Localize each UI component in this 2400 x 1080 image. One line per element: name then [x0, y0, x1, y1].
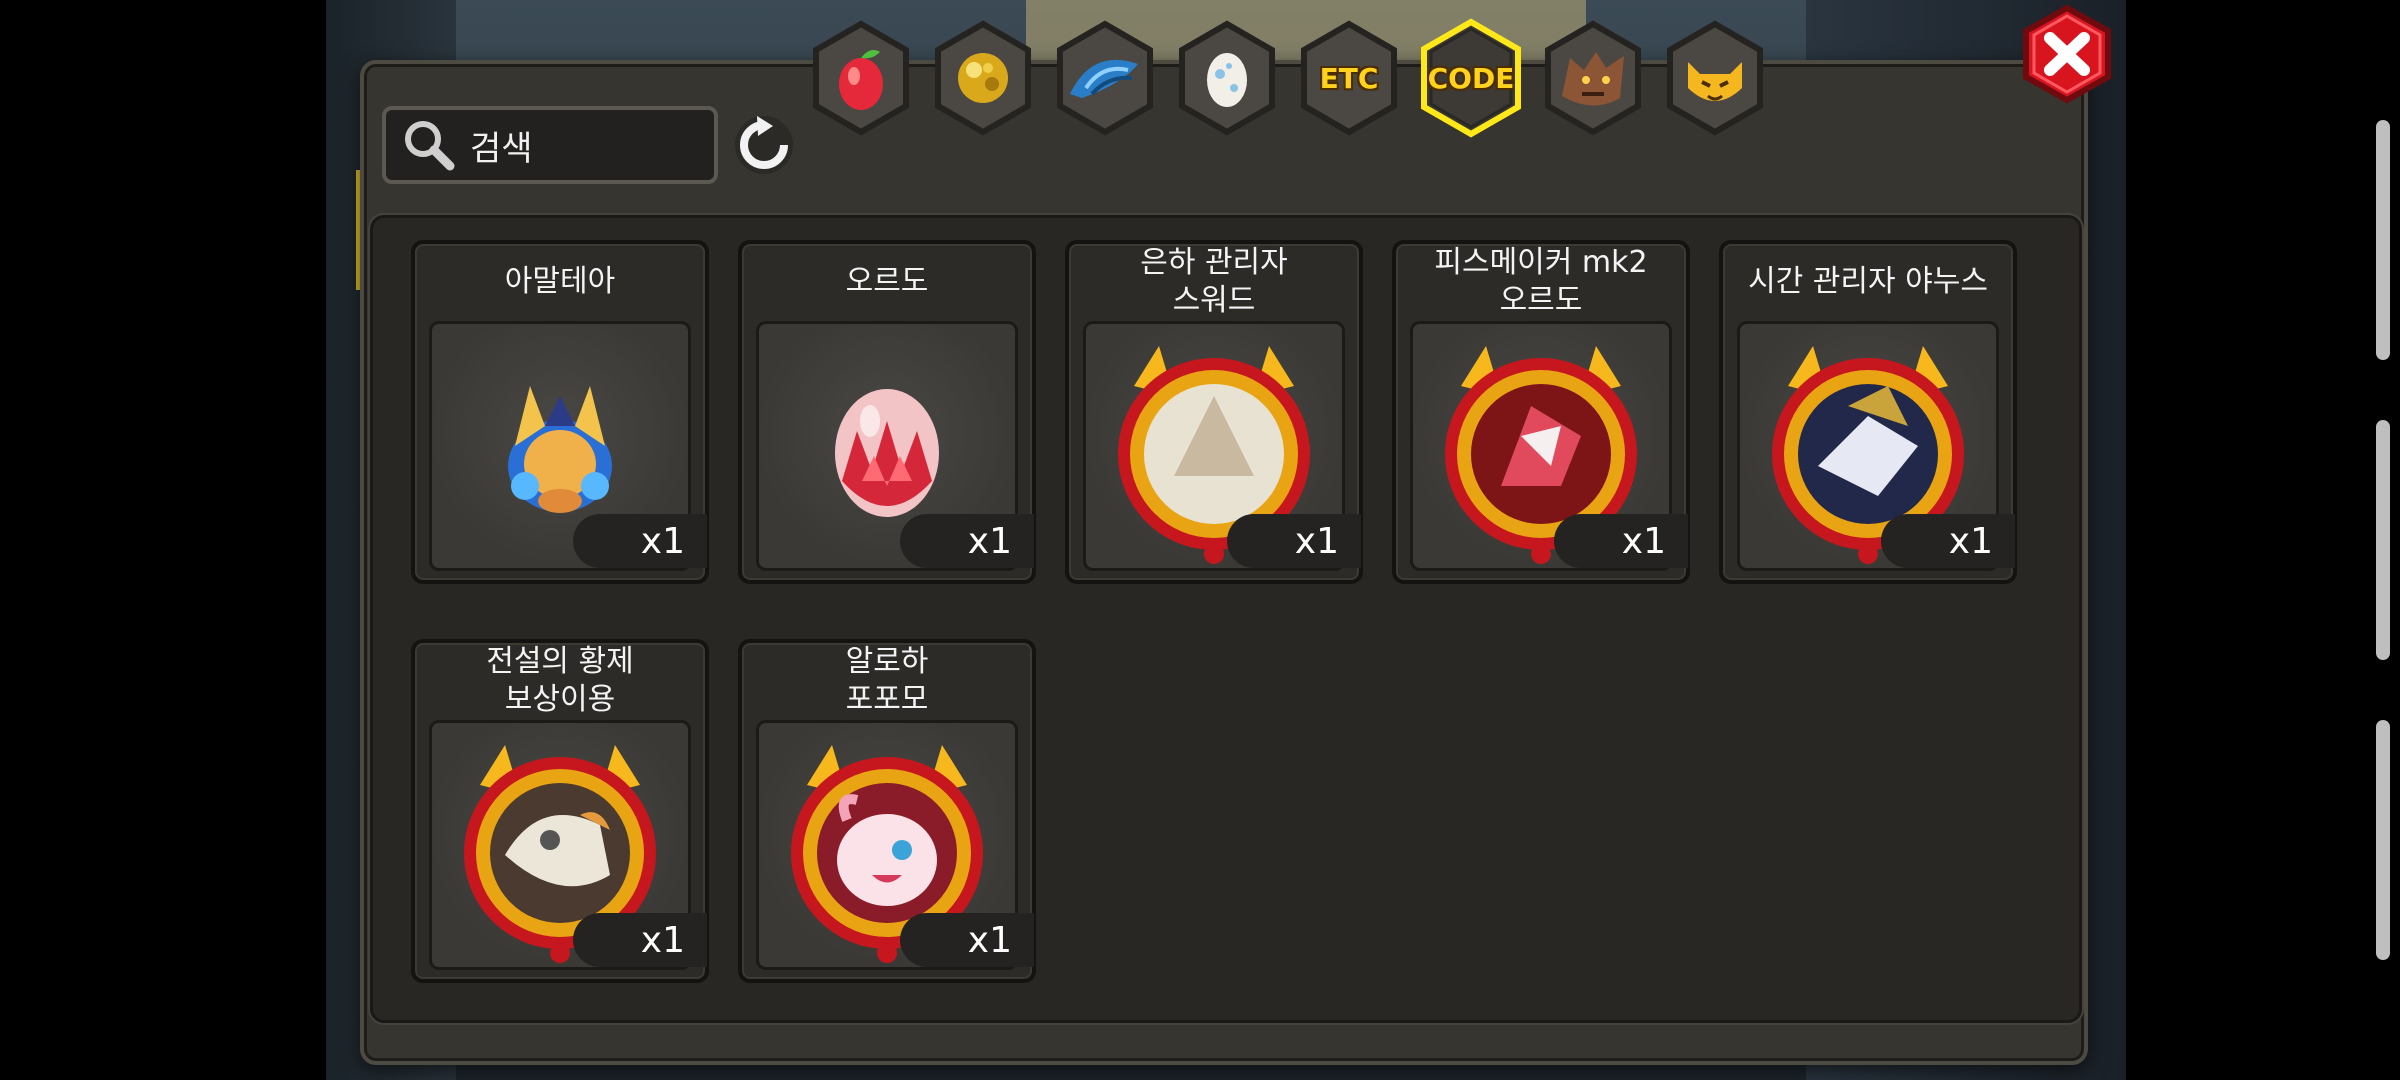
egg-icon [1207, 53, 1247, 107]
item-name: 피스메이커 mk2 오르도 [1434, 245, 1648, 318]
tab-gold[interactable] [930, 18, 1036, 138]
red-egg-icon [835, 389, 939, 517]
item-quantity: x1 [1554, 514, 1688, 568]
item-name: 알로하 포포모 [845, 644, 929, 717]
scrollbar[interactable] [2376, 120, 2390, 960]
tab-code-label: CODE [1427, 61, 1515, 95]
item-quantity: x1 [900, 514, 1034, 568]
item-quantity: x1 [900, 913, 1034, 967]
dragon-egg-icon [508, 386, 612, 513]
item-quantity: x1 [1227, 514, 1361, 568]
tab-scale[interactable] [1052, 18, 1158, 138]
search-icon [405, 121, 455, 171]
tab-code[interactable]: CODE [1418, 18, 1524, 138]
tab-egg[interactable] [1174, 18, 1280, 138]
item-card[interactable]: 시간 관리자 야누스 x1 [1719, 240, 2017, 584]
item-name: 시간 관리자 야누스 [1748, 264, 1988, 299]
refresh-icon[interactable] [733, 114, 795, 176]
search-placeholder: 검색 [470, 128, 533, 169]
item-quantity: x1 [1881, 514, 2015, 568]
item-name: 은하 관리자 스워드 [1140, 245, 1288, 318]
item-name: 오르도 [845, 264, 929, 299]
tab-fruit[interactable] [808, 18, 914, 138]
gold-nugget-icon [958, 53, 1008, 103]
tab-pet[interactable] [1662, 18, 1768, 138]
item-card[interactable]: 피스메이커 mk2 오르도 x1 [1392, 240, 1690, 584]
tab-etc[interactable]: ETC [1296, 18, 1402, 138]
item-card[interactable]: 은하 관리자 스워드 x1 [1065, 240, 1363, 584]
search-input[interactable]: 검색 [382, 106, 718, 184]
item-name: 전설의 황제 보상이용 [486, 644, 634, 717]
item-quantity: x1 [573, 913, 707, 967]
item-card[interactable]: 전설의 황제 보상이용 x1 [411, 639, 709, 983]
tab-beast[interactable] [1540, 18, 1646, 138]
item-card[interactable]: 아말테아 x1 [411, 240, 709, 584]
close-button[interactable] [2020, 4, 2114, 104]
item-card[interactable]: 오르도 x1 [738, 240, 1036, 584]
item-card[interactable]: 알로하 포포모 x1 [738, 639, 1036, 983]
tab-etc-label: ETC [1319, 61, 1379, 95]
item-quantity: x1 [573, 514, 707, 568]
item-name: 아말테아 [504, 264, 616, 299]
